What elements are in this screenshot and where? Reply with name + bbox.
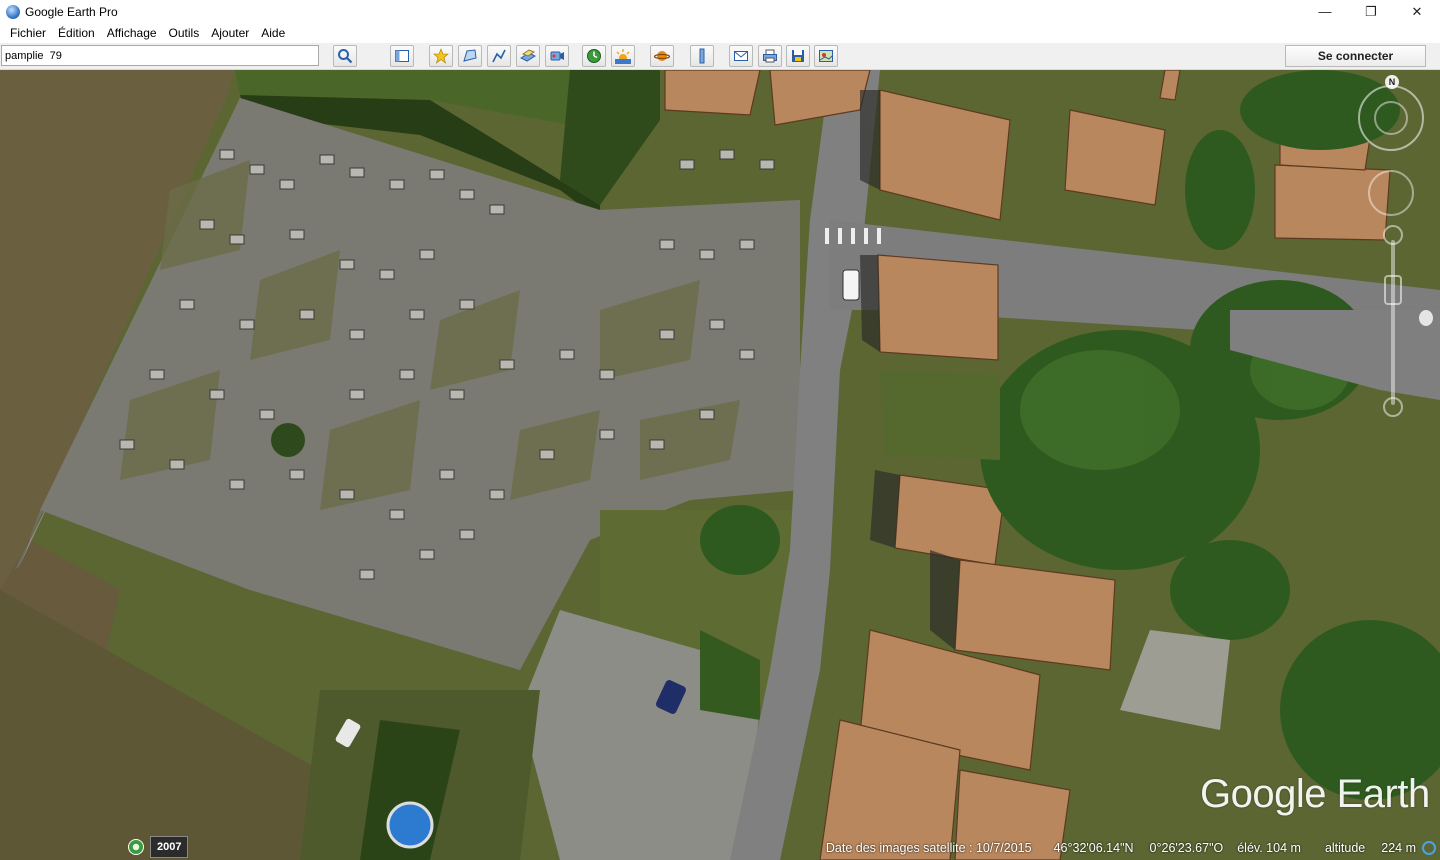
menu-bar: Fichier Édition Affichage Outils Ajouter… <box>0 23 1440 43</box>
sunlight-button[interactable] <box>611 45 635 67</box>
menu-affichage[interactable]: Affichage <box>101 26 163 40</box>
menu-outils[interactable]: Outils <box>163 26 206 40</box>
clock-icon[interactable] <box>128 839 144 855</box>
search-input[interactable] <box>1 45 319 66</box>
planets-button[interactable] <box>650 45 674 67</box>
save-image-icon <box>792 50 804 62</box>
menu-aide[interactable]: Aide <box>255 26 291 40</box>
menu-fichier[interactable]: Fichier <box>4 26 52 40</box>
print-icon <box>763 49 777 63</box>
sidebar-toggle-button[interactable] <box>390 45 414 67</box>
earth-map-view[interactable]: Google Earth N 2007 Date des images sate… <box>0 70 1440 860</box>
email-icon <box>734 51 748 61</box>
historical-imagery-button[interactable] <box>582 45 606 67</box>
imagery-date: Date des images satellite : 10/7/2015 <box>825 841 1032 855</box>
path-icon <box>492 49 506 63</box>
look-joystick[interactable] <box>1368 170 1414 216</box>
add-placemark-button[interactable] <box>429 45 453 67</box>
ruler-icon <box>699 48 705 64</box>
record-tour-button[interactable] <box>545 45 569 67</box>
street-view-pegman-icon[interactable] <box>1419 310 1433 326</box>
ruler-button[interactable] <box>690 45 714 67</box>
latitude-readout: 46°32'06.14"N <box>1053 841 1134 855</box>
elevation-readout: élév. 104 m <box>1237 841 1301 855</box>
sidebar-toggle-icon <box>395 50 409 62</box>
print-button[interactable] <box>758 45 782 67</box>
record-tour-icon <box>550 51 564 61</box>
historical-imagery-icon <box>587 49 601 63</box>
navigation-controls: N <box>1354 75 1434 417</box>
google-earth-logo: Google Earth <box>1200 772 1430 816</box>
window-title: Google Earth Pro <box>25 4 118 19</box>
north-indicator[interactable]: N <box>1385 75 1399 89</box>
streaming-status-icon <box>1422 841 1436 855</box>
add-path-button[interactable] <box>487 45 511 67</box>
window-controls: — ❐ ✕ <box>1302 0 1440 23</box>
search-icon <box>338 49 353 64</box>
status-bar: Date des images satellite : 10/7/2015 46… <box>826 838 1436 858</box>
search-button[interactable] <box>333 45 357 67</box>
toolbar: Se connecter <box>0 43 1440 70</box>
zoom-out-button[interactable] <box>1383 397 1403 417</box>
planets-icon <box>654 51 670 61</box>
restore-button[interactable]: ❐ <box>1348 0 1394 23</box>
minimize-button[interactable]: — <box>1302 0 1348 23</box>
email-button[interactable] <box>729 45 753 67</box>
menu-ajouter[interactable]: Ajouter <box>205 26 255 40</box>
view-in-maps-icon <box>819 50 833 62</box>
view-in-maps-button[interactable] <box>814 45 838 67</box>
add-polygon-button[interactable] <box>458 45 482 67</box>
compass-center[interactable] <box>1374 101 1408 135</box>
title-bar: Google Earth Pro — ❐ ✕ <box>0 0 1440 23</box>
zoom-slider-handle[interactable] <box>1384 275 1402 305</box>
placemark-icon <box>433 48 449 64</box>
save-image-button[interactable] <box>786 45 810 67</box>
zoom-slider[interactable] <box>1391 240 1395 405</box>
image-overlay-icon <box>520 49 536 62</box>
add-image-overlay-button[interactable] <box>516 45 540 67</box>
menu-edition[interactable]: Édition <box>52 26 101 40</box>
altitude-label: altitude <box>1324 841 1366 855</box>
sunlight-icon <box>615 49 631 64</box>
sign-in-button[interactable]: Se connecter <box>1285 45 1426 67</box>
imagery-year[interactable]: 2007 <box>150 836 189 858</box>
altitude-value: 224 m <box>1381 841 1416 855</box>
satellite-imagery <box>0 70 1440 860</box>
google-earth-app-icon <box>6 4 20 19</box>
historical-timeline: 2007 <box>128 836 189 858</box>
close-button[interactable]: ✕ <box>1394 0 1440 23</box>
polygon-icon <box>463 49 477 62</box>
longitude-readout: 0°26'23.67"O <box>1149 841 1224 855</box>
